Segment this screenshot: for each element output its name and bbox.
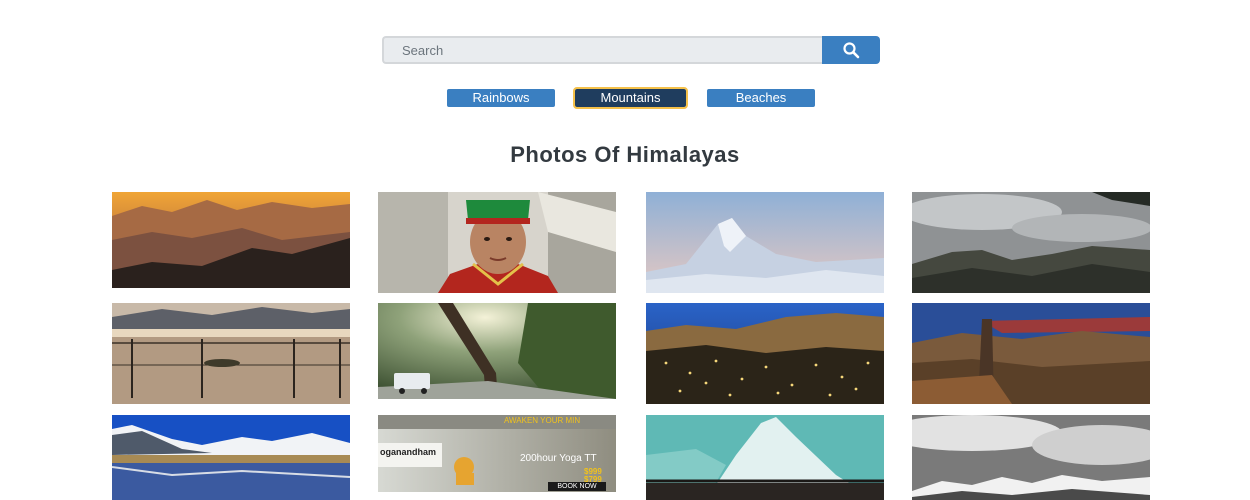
search-button[interactable] (822, 36, 880, 64)
photo-portrait-woman[interactable] (378, 192, 616, 293)
photo-gallery: AWAKEN YOUR MIN oganandham 200hour Yoga … (112, 192, 1152, 500)
photo-bw-peaks[interactable] (912, 415, 1150, 500)
search-bar (382, 36, 880, 64)
photo-lake-fence[interactable] (112, 303, 350, 404)
photo-night-town[interactable] (646, 303, 884, 404)
photo-valley-town[interactable] (912, 303, 1150, 404)
page-title: Photos Of Himalayas (510, 142, 740, 167)
photo-sunset-ridges[interactable] (112, 192, 350, 288)
photo-yoga-ad[interactable]: AWAKEN YOUR MIN oganandham 200hour Yoga … (378, 415, 616, 492)
ad-brand: oganandham (380, 447, 437, 457)
search-input[interactable] (382, 36, 822, 64)
photo-mountain-lake[interactable] (112, 415, 350, 500)
tag-beaches[interactable]: Beaches (707, 89, 815, 107)
tag-mountains[interactable]: Mountains (573, 87, 688, 109)
tag-rainbows[interactable]: Rainbows (447, 89, 555, 107)
ad-subheadline: 200hour Yoga TT (520, 453, 597, 464)
search-icon (843, 42, 860, 59)
photo-ice-wall[interactable] (646, 415, 884, 500)
ad-headline: AWAKEN YOUR MIN (504, 416, 581, 425)
photo-forest-road[interactable] (378, 303, 616, 399)
photo-snow-peak[interactable] (646, 192, 884, 293)
photo-cloudy-mountains[interactable] (912, 192, 1150, 293)
category-tags: Rainbows Mountains Beaches (0, 87, 1250, 109)
ad-book-now-button[interactable]: BOOK NOW (548, 482, 606, 491)
